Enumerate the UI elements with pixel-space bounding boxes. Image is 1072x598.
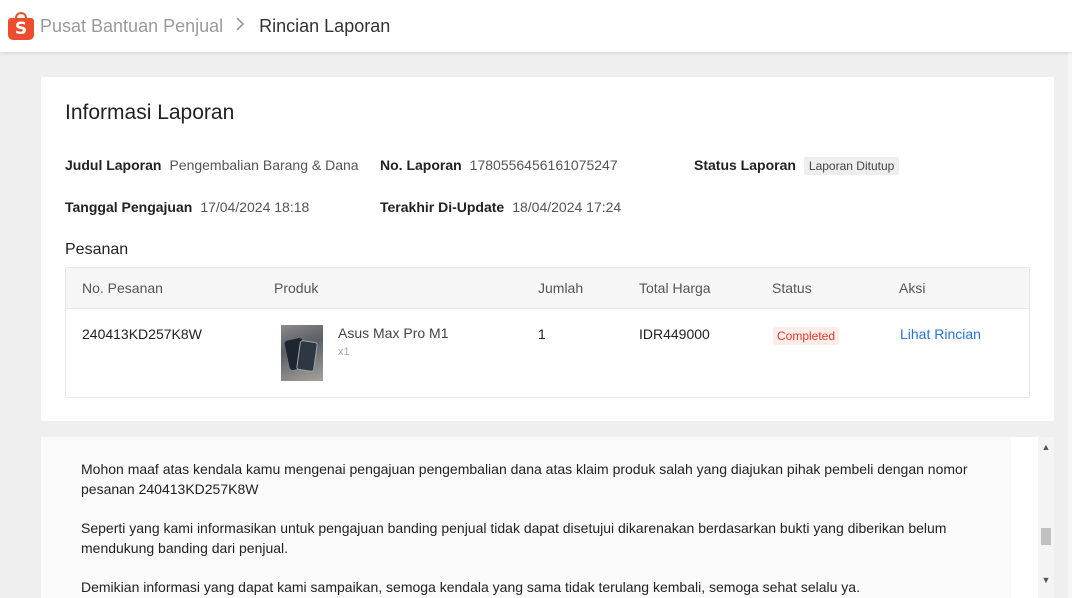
total-price-cell: IDR449000 [639,326,710,342]
report-info-card: Informasi Laporan Judul Laporan Pengembal… [41,77,1054,421]
chevron-right-icon [235,16,245,36]
shopee-bag-icon[interactable]: S [8,12,34,40]
column-header: Aksi [899,280,926,296]
orders-section-title: Pesanan [65,241,129,258]
column-header: Produk [274,280,319,296]
breadcrumb-current: Rincian Laporan [259,15,391,36]
product-quantity: x1 [338,346,350,358]
field-value: 17/04/2024 18:18 [200,199,310,215]
message-paragraph: Seperti yang kami informasikan untuk pen… [81,520,947,556]
message-scrollbar[interactable]: ▲ ▼ [1038,437,1054,598]
last-updated-field: Terakhir Di-Update 18/04/2024 17:24 [380,199,621,215]
field-value: 1780556456161075247 [469,157,618,173]
field-label: No. Laporan [380,157,462,173]
order-number: 240413KD257K8W [82,326,202,342]
report-title-field: Judul Laporan Pengembalian Barang & Dana [65,157,359,173]
table-header: No. Pesanan Produk Jumlah Total Harga St… [66,268,1029,309]
column-header: No. Pesanan [82,280,163,296]
status-badge: Laporan Ditutup [803,157,900,175]
report-number-field: No. Laporan 1780556456161075247 [380,157,618,173]
order-status-cell: Completed [773,327,840,345]
column-header: Jumlah [538,280,584,296]
message-paragraph: Mohon maaf atas kendala kamu mengenai pe… [81,461,968,497]
message-scroll-area[interactable]: Mohon maaf atas kendala kamu mengenai pe… [41,437,1011,598]
field-label: Tanggal Pengajuan [65,199,193,215]
field-value: Pengembalian Barang & Dana [169,157,359,173]
status-badge: Completed [773,327,840,345]
product-image[interactable] [281,325,323,381]
scrollbar-thumb[interactable] [1041,528,1051,545]
message-paragraph: Demikian informasi yang dapat kami sampa… [81,579,860,595]
field-value: 18/04/2024 17:24 [512,199,622,215]
column-header: Status [772,280,812,296]
field-label: Judul Laporan [65,157,162,173]
orders-table: No. Pesanan Produk Jumlah Total Harga St… [65,267,1030,398]
product-name: Asus Max Pro M1 [338,325,449,341]
arrow-up-icon[interactable]: ▲ [1038,440,1054,454]
breadcrumb-home-link[interactable]: Pusat Bantuan Penjual [40,16,223,37]
message-card: Mohon maaf atas kendala kamu mengenai pe… [41,437,1038,598]
card-title: Informasi Laporan [65,101,235,124]
quantity-cell: 1 [538,326,546,342]
arrow-down-icon[interactable]: ▼ [1038,573,1054,587]
report-status-field: Status Laporan Laporan Ditutup [694,157,900,175]
top-bar: S Pusat Bantuan Penjual Rincian Laporan [0,0,1072,52]
view-details-link[interactable]: Lihat Rincian [900,326,981,342]
column-header: Total Harga [639,280,711,296]
field-label: Status Laporan [694,157,796,173]
submission-date-field: Tanggal Pengajuan 17/04/2024 18:18 [65,199,309,215]
page-edge [1068,52,1072,598]
field-label: Terakhir Di-Update [380,199,505,215]
